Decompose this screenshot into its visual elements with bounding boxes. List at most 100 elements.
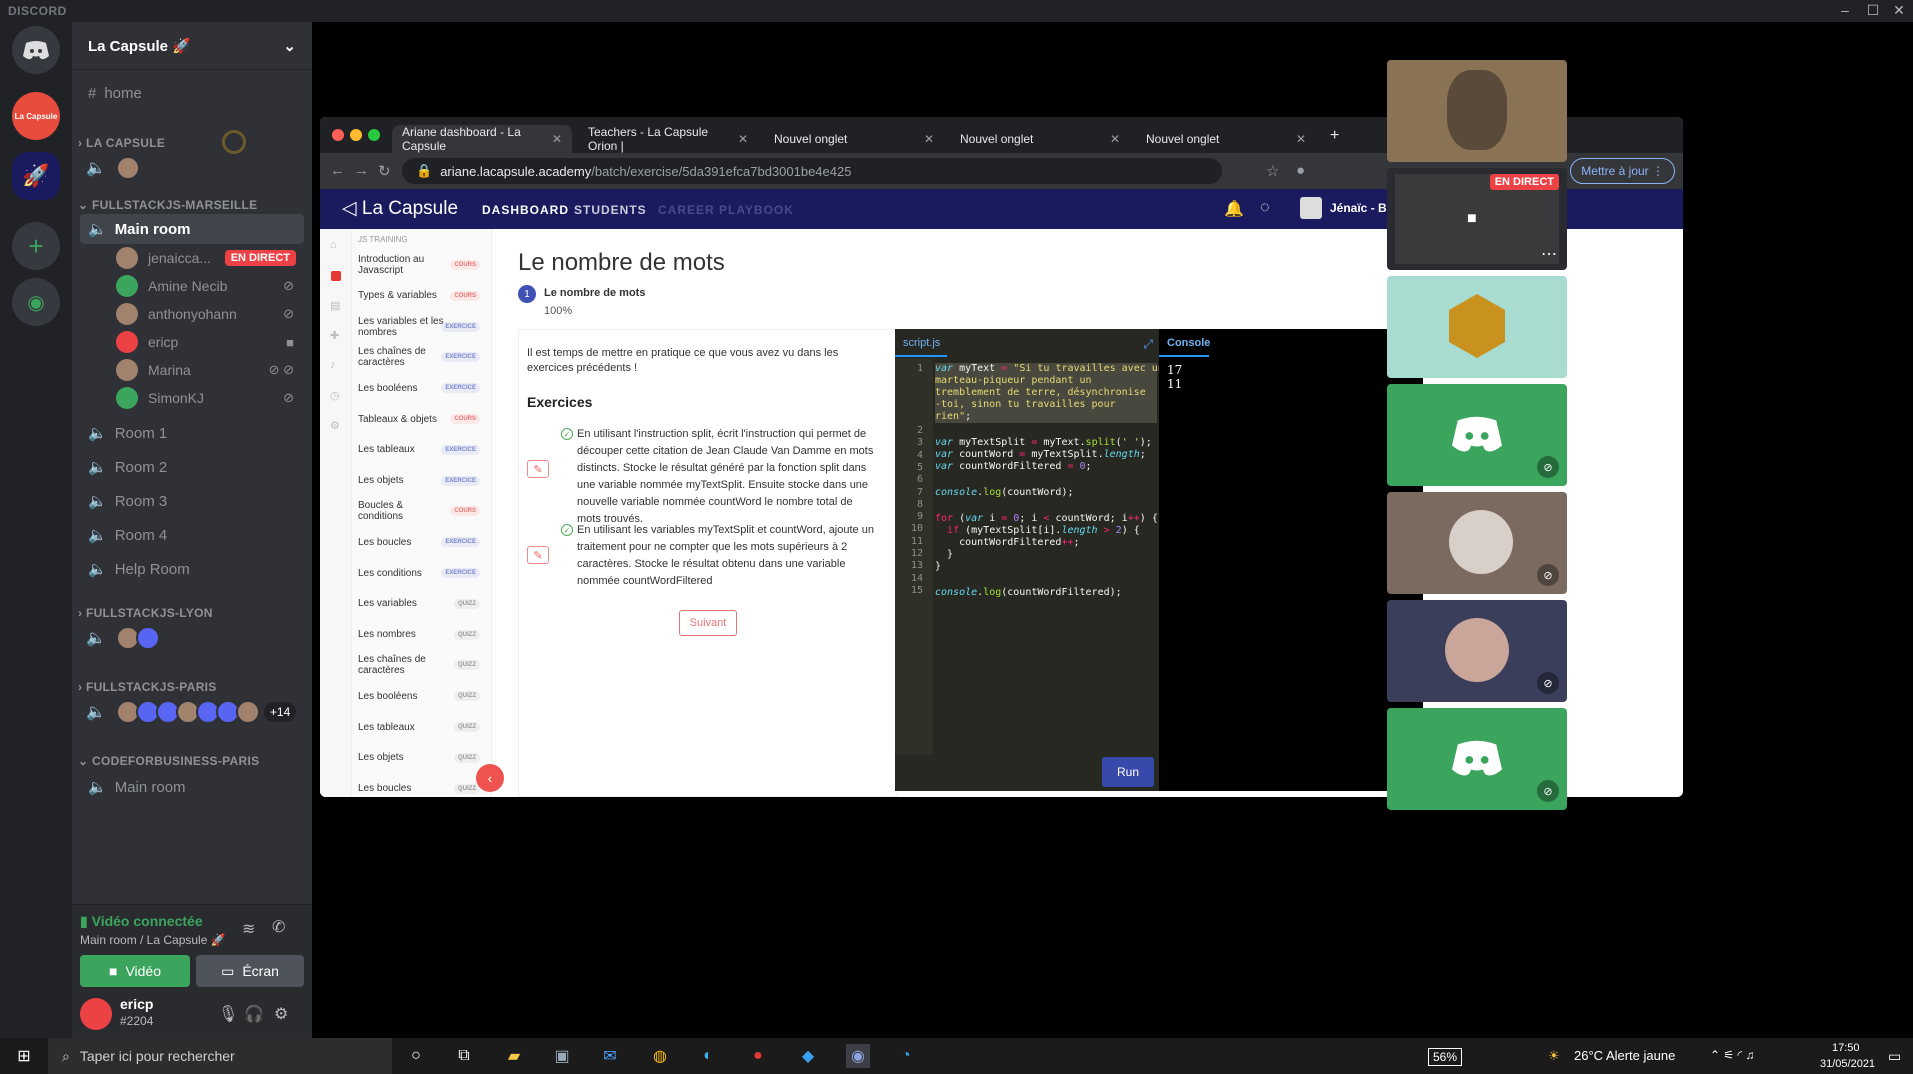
course-nav-item[interactable]: Les objets EXERCICE: [358, 467, 486, 495]
task-view-icon[interactable]: ⧉: [452, 1044, 476, 1068]
browser-tab[interactable]: Nouvel onglet ✕: [764, 125, 944, 153]
star-icon[interactable]: ☆: [1266, 162, 1279, 180]
edit-icon[interactable]: ✎: [527, 546, 549, 564]
editor-tab[interactable]: script.js: [903, 337, 940, 349]
course-nav-item[interactable]: Boucles & conditions COURS: [358, 497, 486, 525]
reload-icon[interactable]: ↻: [378, 162, 391, 180]
windows-start-icon[interactable]: ⊞: [12, 1044, 36, 1068]
participant-avatar-tile[interactable]: ⊘: [1387, 600, 1567, 702]
forward-icon[interactable]: →: [354, 162, 369, 179]
book-icon[interactable]: ▤: [330, 299, 340, 312]
cortana-icon[interactable]: ○: [404, 1044, 428, 1068]
participant-video-tile[interactable]: [1387, 60, 1567, 162]
close-tab-icon[interactable]: ✕: [1110, 132, 1120, 146]
avatar[interactable]: [1300, 197, 1322, 219]
clock-time[interactable]: 17:50: [1832, 1042, 1860, 1054]
channel-home[interactable]: # home: [80, 78, 304, 108]
clock-date[interactable]: 31/05/2021: [1820, 1058, 1875, 1070]
voice-user[interactable]: Marina ⊘ ⊘: [116, 356, 304, 384]
puzzle-icon[interactable]: ✚: [330, 329, 339, 342]
participant-discord-tile[interactable]: ⊘: [1387, 384, 1567, 486]
avatar[interactable]: [80, 998, 112, 1030]
channel-main-room[interactable]: 🔈 Main room: [80, 214, 304, 244]
participant-avatar-tile[interactable]: [1387, 276, 1567, 378]
minimize-icon[interactable]: –: [1830, 2, 1860, 18]
voice-row[interactable]: 🔈 +14: [86, 700, 297, 724]
course-nav-item[interactable]: Les tableaux EXERCICE: [358, 436, 486, 464]
course-nav-item[interactable]: Introduction au Javascript COURS: [358, 251, 486, 279]
course-nav-item[interactable]: Les tableaux QUIZZ: [358, 713, 486, 741]
browser-tab[interactable]: Ariane dashboard - La Capsule ✕: [392, 125, 572, 153]
participant-discord-tile[interactable]: ⊘: [1387, 708, 1567, 810]
close-tab-icon[interactable]: ✕: [552, 132, 562, 146]
edit-icon[interactable]: ✎: [527, 460, 549, 478]
next-button[interactable]: Suivant: [679, 610, 737, 636]
channel-room-2[interactable]: 🔈 Room 2: [80, 452, 304, 482]
clock-icon[interactable]: ◷: [330, 389, 340, 402]
close-tab-icon[interactable]: ✕: [1296, 132, 1306, 146]
nav-students[interactable]: STUDENTS: [574, 203, 647, 217]
battery-indicator[interactable]: 56%: [1428, 1048, 1463, 1066]
minimize-dot-icon[interactable]: [350, 129, 362, 141]
course-nav-item[interactable]: Les objets QUIZZ: [358, 744, 486, 772]
voice-user[interactable]: ericp ■: [116, 328, 304, 356]
file-explorer-icon[interactable]: ▰: [502, 1044, 526, 1068]
headphones-icon[interactable]: 🎧: [244, 1004, 264, 1024]
explore-servers-icon[interactable]: ◉: [12, 278, 60, 326]
channel-room-4[interactable]: 🔈 Room 4: [80, 520, 304, 550]
home-icon[interactable]: ⌂: [330, 239, 337, 251]
course-nav-item[interactable]: Tableaux & objets COURS: [358, 405, 486, 433]
more-icon[interactable]: ⋯: [1541, 244, 1557, 264]
expand-icon[interactable]: ⤢: [1143, 337, 1153, 352]
store-icon[interactable]: ▣: [550, 1044, 574, 1068]
noise-icon[interactable]: ≋: [242, 919, 255, 939]
voice-user[interactable]: jenaicca... EN DIRECT: [116, 244, 304, 272]
server-rocket-icon[interactable]: 🚀: [12, 152, 60, 200]
browser-tab[interactable]: Nouvel onglet ✕: [1136, 125, 1316, 153]
voice-user[interactable]: SimonKJ ⊘: [116, 384, 304, 412]
course-nav-item[interactable]: Les nombres QUIZZ: [358, 621, 486, 649]
training-icon[interactable]: [331, 271, 341, 281]
screen-share-tile[interactable]: EN DIRECT ■ ⋯: [1387, 168, 1567, 270]
course-nav-item[interactable]: Les chaînes de caractères EXERCICE: [358, 343, 486, 371]
category-header[interactable]: ⌄ CODEFORBUSINESS-PARIS: [78, 754, 259, 768]
nav-dashboard[interactable]: DASHBOARD: [482, 203, 569, 217]
collapse-nav-button[interactable]: ‹: [476, 764, 504, 792]
course-nav-item[interactable]: Les booléens EXERCICE: [358, 374, 486, 402]
new-tab-icon[interactable]: +: [1330, 127, 1339, 145]
run-button[interactable]: Run: [1102, 757, 1154, 787]
bell-icon[interactable]: 🔔: [1224, 199, 1244, 219]
mic-icon[interactable]: 🎙: [218, 1004, 238, 1024]
screen-share-button[interactable]: ▭ Écran: [196, 955, 304, 987]
console-tab[interactable]: Console: [1167, 337, 1210, 349]
course-nav-item[interactable]: Les boucles QUIZZ: [358, 775, 486, 797]
category-header[interactable]: ⌄ FULLSTACKJS-MARSEILLE: [78, 198, 257, 212]
nav-career-playbook[interactable]: CAREER PLAYBOOK: [658, 203, 794, 217]
tray-icons[interactable]: ⌃ ⚟ ◜ ♫: [1710, 1048, 1754, 1062]
course-nav-item[interactable]: Les variables QUIZZ: [358, 590, 486, 618]
profile-icon[interactable]: ●: [1296, 162, 1305, 179]
gear-icon[interactable]: ⚙: [330, 419, 340, 432]
vscode-icon[interactable]: ◆: [796, 1044, 820, 1068]
course-nav-item[interactable]: Les chaînes de caractères QUIZZ: [358, 651, 486, 679]
category-header[interactable]: › LA CAPSULE: [78, 136, 165, 150]
url-field[interactable]: 🔒 ariane.lacapsule.academy/batch/exercise…: [402, 158, 1222, 184]
close-tab-icon[interactable]: ✕: [924, 132, 934, 146]
browser-tab[interactable]: Teachers - La Capsule Orion | ✕: [578, 125, 758, 153]
back-icon[interactable]: ←: [330, 162, 345, 179]
category-header[interactable]: › FULLSTACKJS-LYON: [78, 606, 213, 620]
voice-user[interactable]: Amine Necib ⊘: [116, 272, 304, 300]
taskbar-search[interactable]: ⌕ Taper ici pour rechercher: [48, 1038, 392, 1074]
course-nav-item[interactable]: Les boucles EXERCICE: [358, 528, 486, 556]
site-logo[interactable]: ◁ La Capsule: [342, 197, 458, 220]
course-nav-item[interactable]: Les variables et les nombres EXERCICE: [358, 313, 486, 341]
app-t-icon[interactable]: ●: [746, 1044, 770, 1068]
course-nav-item[interactable]: Types & variables COURS: [358, 282, 486, 310]
discord-home-icon[interactable]: [12, 26, 60, 74]
update-button[interactable]: Mettre à jour ⋮: [1570, 158, 1675, 184]
mail-icon[interactable]: ✉: [598, 1044, 622, 1068]
channel-help-room[interactable]: 🔈 Help Room: [80, 554, 304, 584]
channel-main-room-cfb[interactable]: 🔈 Main room: [80, 772, 304, 802]
channel-room-3[interactable]: 🔈 Room 3: [80, 486, 304, 516]
voice-row[interactable]: 🔈: [86, 626, 160, 650]
